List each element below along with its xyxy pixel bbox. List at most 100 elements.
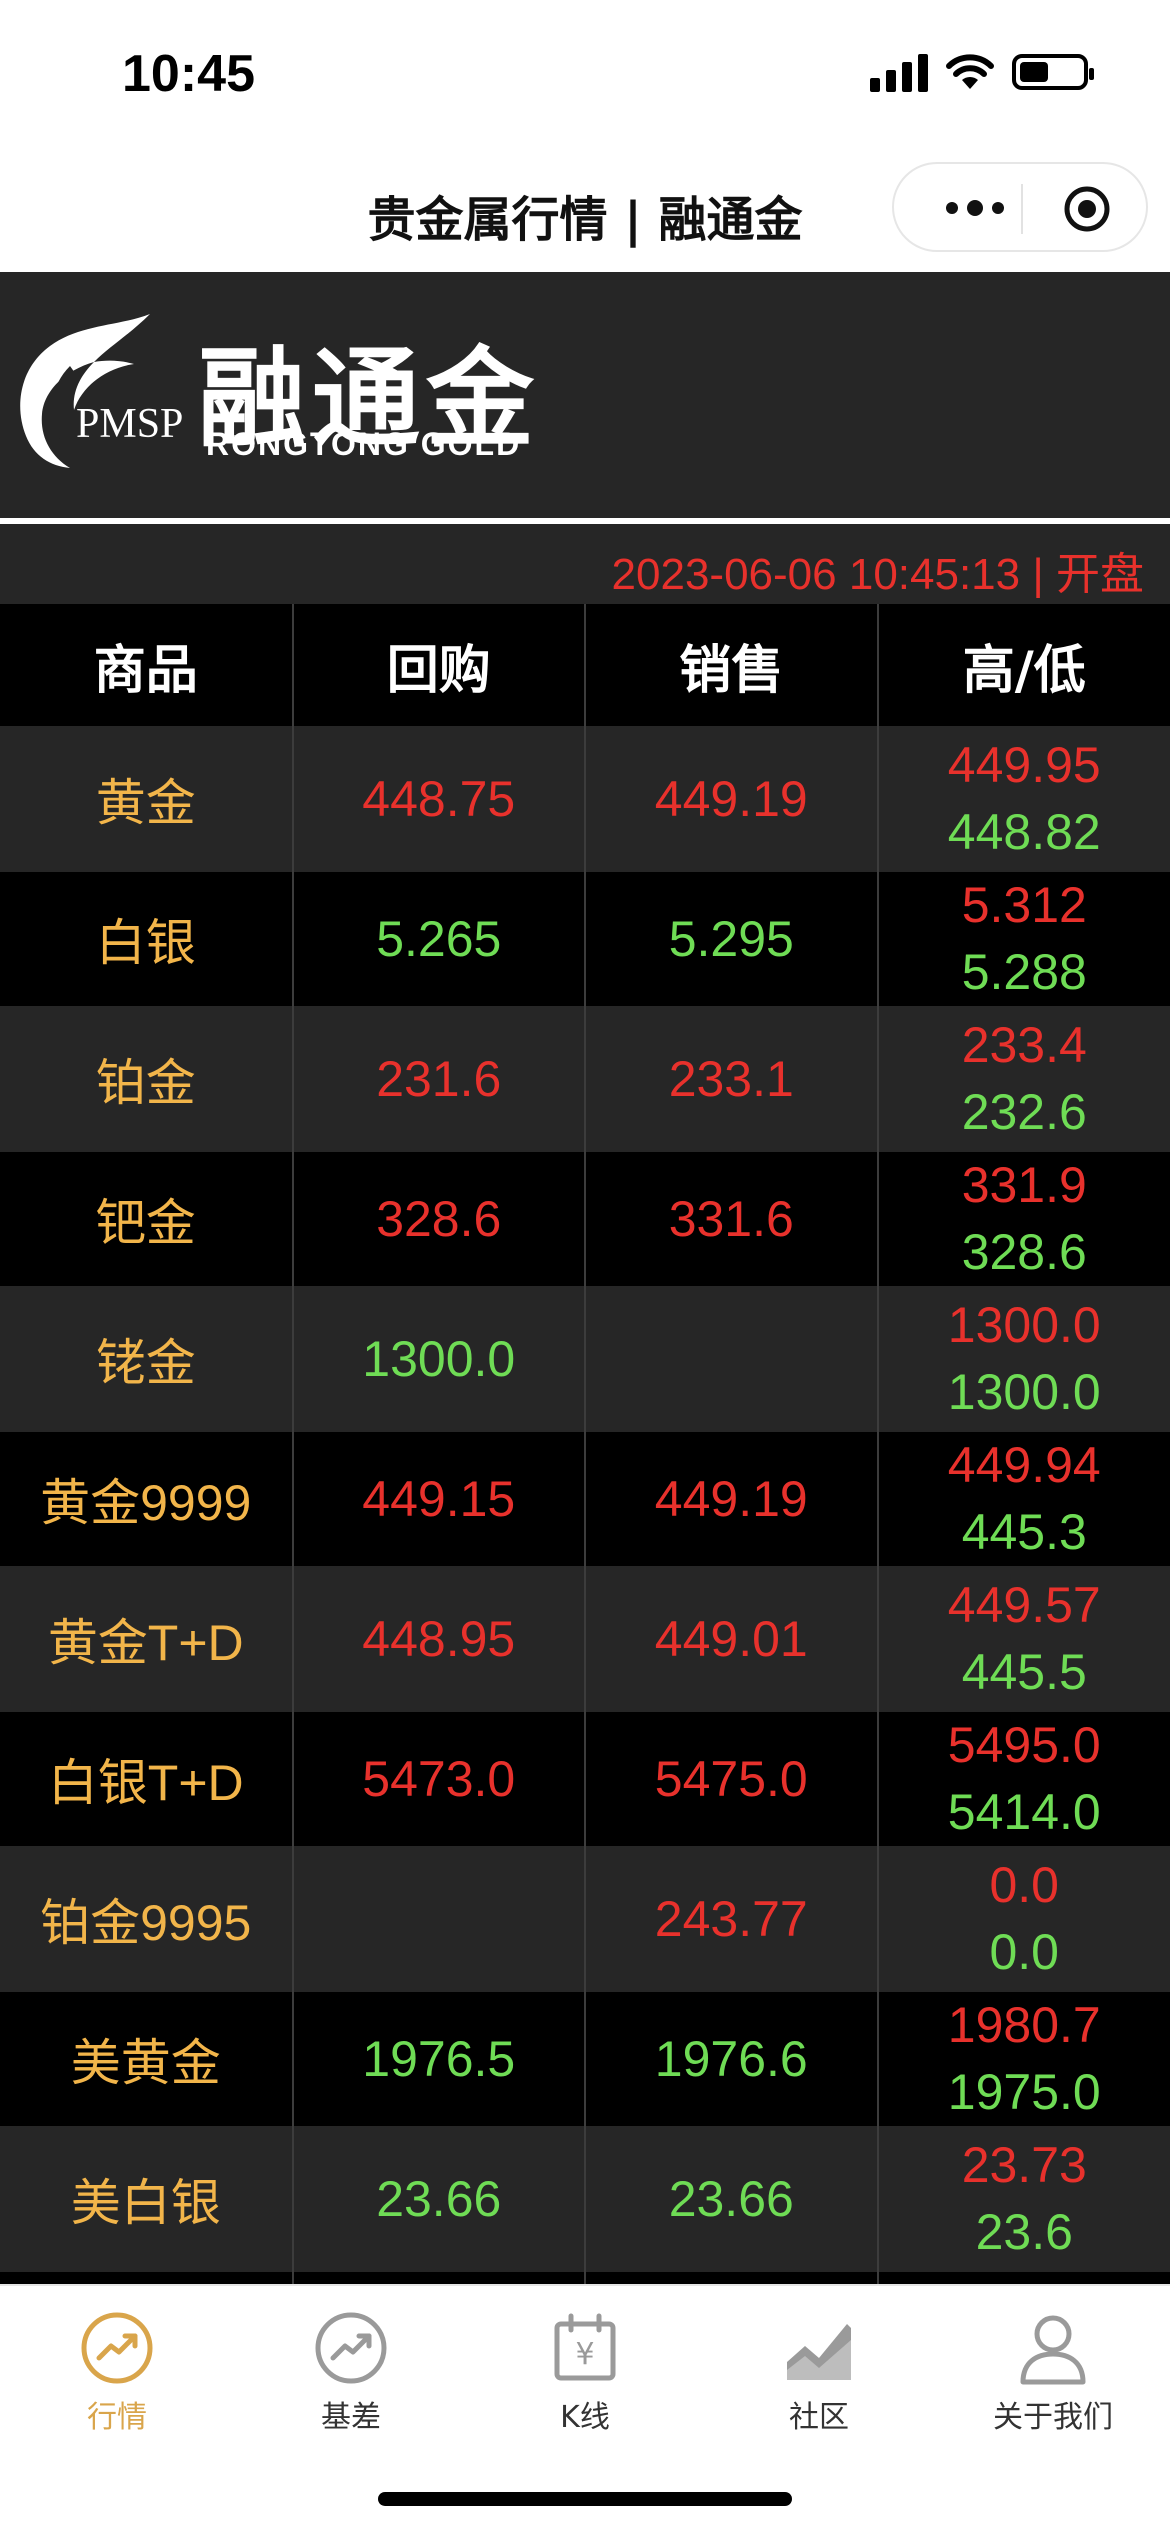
low-price: 445.3: [961, 1504, 1087, 1560]
high-low-cell: 1039.2: [877, 2272, 1170, 2284]
capsule-divider: [1021, 184, 1023, 234]
table-row[interactable]: 铂金9995 243.77 0.0 0.0: [0, 1846, 1170, 1992]
k-line-calendar-icon: ¥: [554, 2313, 616, 2381]
header-high-low: 高/低: [877, 604, 1170, 726]
tab-market[interactable]: 行情: [0, 2310, 234, 2436]
low-price: 328.6: [961, 1224, 1087, 1280]
buyback-price: 449.15: [292, 1432, 586, 1566]
sale-price: 449.19: [585, 726, 879, 872]
buyback-price: 231.6: [292, 1006, 586, 1152]
high-low-cell: 1300.0 1300.0: [877, 1286, 1170, 1432]
high-low-cell: 449.94 445.3: [877, 1432, 1170, 1566]
table-row[interactable]: 黄金9999 449.15 449.19 449.94 445.3: [0, 1432, 1170, 1566]
brand-banner: PMSP 融通金 RONGTONG GOLD: [0, 272, 1170, 522]
high-low-cell: 449.57 445.5: [877, 1566, 1170, 1712]
high-low-cell: 1980.7 1975.0: [877, 1992, 1170, 2126]
product-name: 美铂金: [0, 2272, 294, 2284]
sale-price: 1038.1: [585, 2272, 879, 2284]
high-price: 233.4: [961, 1017, 1087, 1073]
high-low-cell: 0.0 0.0: [877, 1846, 1170, 1992]
low-price: 448.82: [947, 804, 1101, 860]
battery-icon: [1012, 54, 1094, 90]
high-price: 449.94: [947, 1437, 1101, 1493]
high-low-cell: 23.73 23.6: [877, 2126, 1170, 2272]
timestamp-bar: 2023-06-06 10:45:13 | 开盘: [0, 524, 1170, 604]
market-timestamp: 2023-06-06 10:45:13 | 开盘: [611, 550, 1144, 599]
sale-price: 449.01: [585, 1566, 879, 1712]
low-price: 5414.0: [947, 1784, 1101, 1840]
high-price: 5495.0: [947, 1717, 1101, 1773]
table-row[interactable]: 钯金 328.6 331.6 331.9 328.6: [0, 1152, 1170, 1286]
status-time: 10:45: [122, 45, 255, 103]
dragon-logo-icon: [20, 314, 150, 468]
tab-basis[interactable]: 基差: [234, 2310, 468, 2436]
high-low-cell: 331.9 328.6: [877, 1152, 1170, 1286]
svg-text:¥: ¥: [575, 2337, 594, 2372]
high-price: 331.9: [961, 1157, 1087, 1213]
table-row[interactable]: 铑金 1300.0 1300.0 1300.0: [0, 1286, 1170, 1432]
high-price: 1300.0: [947, 1297, 1101, 1353]
table-row[interactable]: 美白银 23.66 23.66 23.73 23.6: [0, 2126, 1170, 2272]
sale-price: 243.77: [585, 1846, 879, 1992]
quotes-body: 黄金 448.75 449.19 449.95 448.82 白银 5.265 5.295 5.…: [0, 726, 1170, 2284]
main-content[interactable]: PMSP 融通金 RONGTONG GOLD 2023-06-06 10:45:…: [0, 272, 1170, 2284]
high-price: 0.0: [989, 1857, 1059, 1913]
high-low-cell: 233.4 232.6: [877, 1006, 1170, 1152]
buyback-price: 5.265: [292, 872, 586, 1006]
product-name: 铂金: [0, 1006, 294, 1152]
table-row[interactable]: 白银T+D 5473.0 5475.0 5495.0 5414.0: [0, 1712, 1170, 1846]
market-trend-icon: [81, 2312, 153, 2384]
low-price: 232.6: [961, 1084, 1087, 1140]
high-price: 1980.7: [947, 1997, 1101, 2053]
sale-price: 5475.0: [585, 1712, 879, 1846]
more-dots-icon[interactable]: [930, 184, 1020, 232]
sale-price: [585, 1286, 879, 1432]
close-target-icon[interactable]: [1062, 184, 1112, 234]
tab-about-us[interactable]: 关于我们: [936, 2310, 1170, 2436]
tab-label: K线: [560, 2400, 610, 2435]
table-row[interactable]: 黄金 448.75 449.19 449.95 448.82: [0, 726, 1170, 872]
header-sale: 销售: [585, 604, 879, 726]
tab-community[interactable]: 社区: [702, 2310, 936, 2436]
table-row[interactable]: 美黄金 1976.5 1976.6 1980.7 1975.0: [0, 1992, 1170, 2126]
basis-trend-icon: [315, 2312, 387, 2384]
buyback-price: 1976.5: [292, 1992, 586, 2126]
buyback-price: 448.95: [292, 1566, 586, 1712]
product-name: 铂金9995: [0, 1846, 294, 1992]
brand-pmsp: PMSP: [76, 401, 184, 447]
high-price: 5.312: [961, 877, 1087, 933]
product-name: 铑金: [0, 1286, 294, 1432]
product-name: 白银: [0, 872, 294, 1006]
tab-label: 社区: [789, 2400, 849, 2435]
status-icons: [870, 52, 1094, 92]
buyback-price: 23.66: [292, 2126, 586, 2272]
high-price: 449.57: [947, 1577, 1101, 1633]
header-product: 商品: [0, 604, 294, 726]
table-row[interactable]: 黄金T+D 448.95 449.01 449.57 445.5: [0, 1566, 1170, 1712]
tab-label: 关于我们: [993, 2400, 1113, 2435]
sale-price: 23.66: [585, 2126, 879, 2272]
cellular-signal-icon: [870, 52, 928, 92]
high-price: 449.95: [947, 737, 1101, 793]
community-chart-icon: [787, 2324, 851, 2380]
table-row[interactable]: 铂金 231.6 233.1 233.4 232.6: [0, 1006, 1170, 1152]
product-name: 钯金: [0, 1152, 294, 1286]
low-price: 1300.0: [947, 1364, 1101, 1420]
quotes-header-row: 商品 回购 销售 高/低: [0, 604, 1170, 726]
low-price: 1975.0: [947, 2064, 1101, 2120]
sale-price: 1976.6: [585, 1992, 879, 2126]
buyback-price: 448.75: [292, 726, 586, 872]
user-profile-icon: [1020, 2315, 1086, 2385]
home-indicator[interactable]: [378, 2492, 792, 2506]
product-name: 白银T+D: [0, 1712, 294, 1846]
buyback-price: 1300.0: [292, 1286, 586, 1432]
status-bar: 10:45: [0, 0, 1170, 150]
sale-price: 331.6: [585, 1152, 879, 1286]
tab-kline[interactable]: ¥ K线: [468, 2310, 702, 2436]
brand-name-en: RONGTONG GOLD: [206, 426, 522, 462]
low-price: 5.288: [961, 944, 1087, 1000]
table-row[interactable]: 白银 5.265 5.295 5.312 5.288: [0, 872, 1170, 1006]
high-low-cell: 449.95 448.82: [877, 726, 1170, 872]
tab-label: 行情: [87, 2400, 147, 2435]
table-row[interactable]: 美铂金1037.81038.11039.2: [0, 2272, 1170, 2284]
